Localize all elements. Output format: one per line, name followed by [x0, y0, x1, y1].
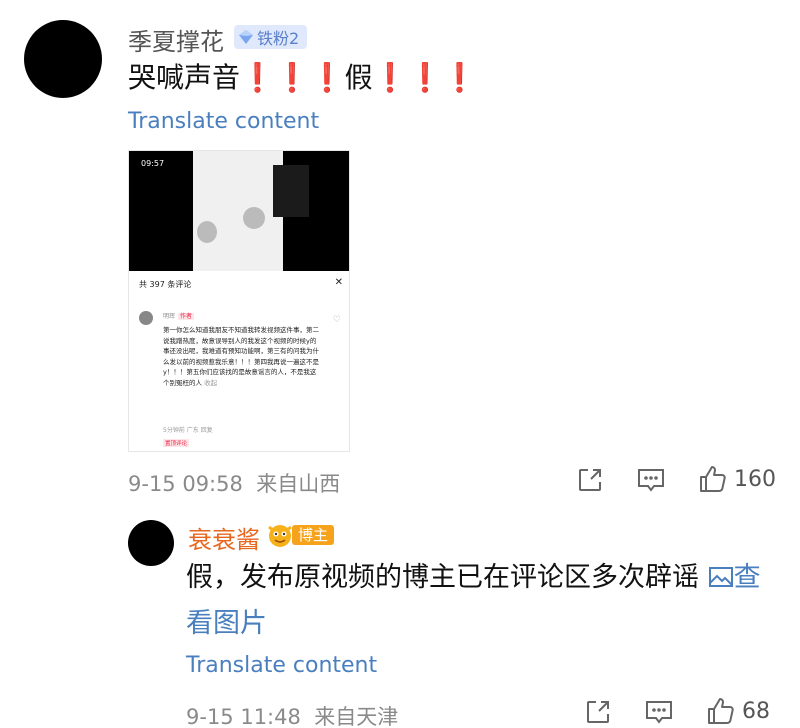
- image-commenter-name: 明珲: [163, 313, 176, 320]
- like-count: 160: [734, 466, 776, 492]
- reply-timestamp: 9-15 11:48: [186, 705, 301, 728]
- reply-comment-button[interactable]: [644, 698, 674, 726]
- image-blur-blob: [197, 221, 217, 243]
- share-icon: [587, 701, 609, 723]
- blogger-badge-label: 博主: [292, 525, 335, 545]
- comment-icon: [638, 469, 664, 492]
- image-commenter: 明珲 作者: [163, 311, 195, 320]
- comment-location: 来自山西: [256, 472, 341, 496]
- view-image-text-1: 查: [733, 562, 761, 593]
- image-comment-body: 第一你怎么知道我朋友不知道我转发视频这件事，第二说我蹭热度，故意误导别人的我发这…: [163, 325, 321, 388]
- image-blur-blob: [243, 207, 265, 229]
- view-image-text-2: 看图片: [186, 608, 267, 639]
- reply-username[interactable]: 衰衰酱: [188, 520, 260, 555]
- thumbs-up-icon: [708, 698, 734, 724]
- image-video-area: 09:57: [129, 151, 349, 271]
- comment-meta: 9-15 09:58 来自山西: [128, 468, 340, 498]
- reply-location: 来自天津: [314, 705, 399, 728]
- comment-username[interactable]: 季夏撑花: [128, 22, 224, 57]
- image-comment-sheet: 共 397 条评论 ✕ 明珲 作者 ♡ 第一你怎么知道我朋友不知道我转发视频这件事…: [129, 273, 349, 451]
- image-phone-screen: [193, 151, 309, 271]
- image-comment-text: 第一你怎么知道我朋友不知道我转发视频这件事，第二说我蹭热度，故意误导别人的我发这…: [163, 326, 319, 387]
- reply-text-body: 假，发布原视频的博主已在评论区多次辟谣: [186, 562, 699, 593]
- comment-timestamp: 9-15 09:58: [128, 472, 243, 496]
- image-icon: [708, 567, 733, 587]
- reply-like-count: 68: [742, 698, 770, 724]
- image-close-icon: ✕: [334, 277, 343, 288]
- comment-button[interactable]: [636, 466, 666, 494]
- exclamation-marks: ❗❗❗: [240, 61, 345, 94]
- image-pinned-tag: 置顶评论: [163, 439, 190, 447]
- comment-text-mid: 假: [344, 61, 373, 94]
- image-video-thumbnail: [273, 165, 309, 217]
- image-avatar: [139, 311, 153, 325]
- share-button[interactable]: [576, 466, 604, 494]
- diamond-icon: [239, 30, 253, 44]
- reply-text: 假，发布原视频的博主已在评论区多次辟谣 查看图片: [186, 555, 776, 647]
- share-icon: [579, 469, 601, 491]
- reply-like-button[interactable]: 68: [706, 696, 770, 726]
- image-heart-icon: ♡: [332, 315, 341, 325]
- fan-badge-label: 铁粉2: [257, 29, 300, 48]
- blogger-badge[interactable]: 博主: [266, 523, 335, 547]
- image-clock: 09:57: [141, 159, 165, 168]
- image-comment-count: 共 397 条评论: [139, 280, 192, 289]
- comment-icon: [646, 701, 672, 724]
- fan-badge[interactable]: 铁粉2: [234, 25, 308, 49]
- avatar[interactable]: [24, 20, 102, 98]
- like-button[interactable]: 160: [698, 464, 776, 494]
- comment-image[interactable]: 09:57 共 397 条评论 ✕ 明珲 作者 ♡ 第一你怎么知道我朋友不知道我转…: [128, 150, 350, 452]
- reply-avatar[interactable]: [128, 520, 174, 566]
- translate-link[interactable]: Translate content: [128, 109, 319, 134]
- thumbs-up-icon: [700, 466, 726, 492]
- comment-text-main: 哭喊声音: [128, 61, 241, 94]
- comment-text: 哭喊声音❗❗❗假❗❗❗: [128, 56, 477, 100]
- image-author-tag: 作者: [178, 313, 195, 320]
- reply-translate-link[interactable]: Translate content: [186, 653, 377, 678]
- reply-share-button[interactable]: [584, 698, 612, 726]
- exclamation-marks: ❗❗❗: [372, 61, 478, 94]
- image-comment-foot: 5分钟前 广东 回复: [163, 427, 213, 434]
- image-collapse: 收起: [204, 378, 218, 387]
- reply-meta: 9-15 11:48 来自天津: [186, 701, 398, 728]
